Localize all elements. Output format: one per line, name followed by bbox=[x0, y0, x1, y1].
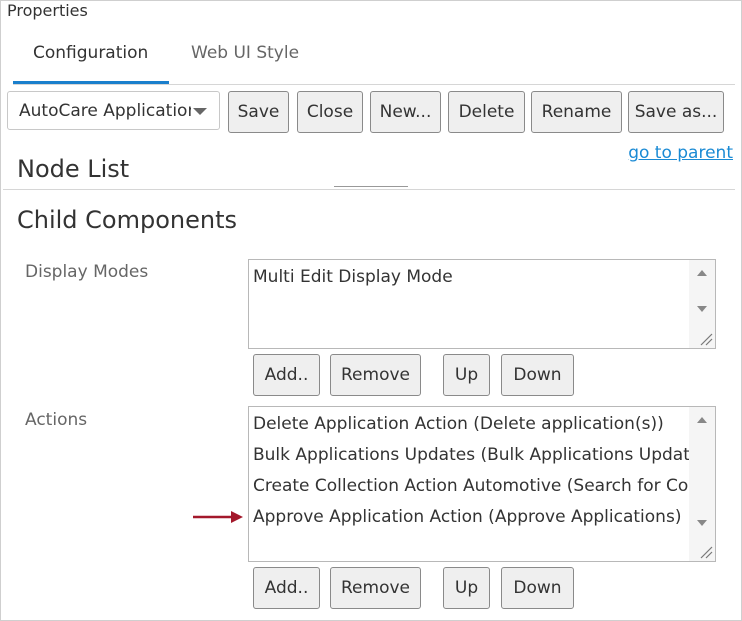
rename-button[interactable]: Rename bbox=[531, 91, 622, 133]
display-modes-list[interactable]: Multi Edit Display Mode bbox=[248, 259, 716, 349]
configuration-select[interactable]: AutoCare Application bbox=[7, 91, 220, 130]
tabs-divider bbox=[13, 84, 735, 85]
node-list-title: Node List bbox=[17, 155, 130, 183]
display-modes-remove-button[interactable]: Remove bbox=[330, 354, 421, 396]
actions-label: Actions bbox=[25, 410, 88, 430]
configuration-select-value: AutoCare Application bbox=[19, 101, 191, 121]
tab-configuration[interactable]: Configuration bbox=[33, 43, 148, 83]
scroll-up-icon[interactable] bbox=[697, 270, 707, 276]
list-item[interactable]: Delete Application Action (Delete applic… bbox=[253, 414, 664, 434]
display-modes-add-button[interactable]: Add.. bbox=[253, 354, 320, 396]
splitter-handle[interactable] bbox=[334, 186, 408, 187]
scroll-up-icon[interactable] bbox=[697, 417, 707, 423]
close-button[interactable]: Close bbox=[297, 91, 363, 133]
actions-scrollbar[interactable] bbox=[689, 407, 715, 561]
display-modes-down-button[interactable]: Down bbox=[501, 354, 574, 396]
child-components-title: Child Components bbox=[17, 206, 238, 234]
go-to-parent-link[interactable]: go to parent bbox=[628, 143, 733, 163]
list-item[interactable]: Create Collection Action Automotive (Sea… bbox=[253, 476, 715, 496]
node-list-divider bbox=[3, 189, 735, 190]
display-modes-up-button[interactable]: Up bbox=[443, 354, 490, 396]
list-item[interactable]: Multi Edit Display Mode bbox=[253, 267, 453, 287]
resize-grip-icon[interactable] bbox=[699, 332, 713, 346]
properties-panel: Properties Configuration Web UI Style Au… bbox=[0, 0, 742, 621]
window-title: Properties bbox=[7, 1, 88, 20]
delete-button[interactable]: Delete bbox=[448, 91, 525, 133]
actions-list[interactable]: Delete Application Action (Delete applic… bbox=[248, 406, 716, 562]
resize-grip-icon[interactable] bbox=[699, 545, 713, 559]
actions-down-button[interactable]: Down bbox=[501, 567, 574, 609]
tab-bar: Configuration Web UI Style bbox=[13, 39, 735, 87]
display-modes-label: Display Modes bbox=[25, 262, 149, 282]
actions-add-button[interactable]: Add.. bbox=[253, 567, 320, 609]
actions-up-button[interactable]: Up bbox=[443, 567, 490, 609]
save-as-button[interactable]: Save as... bbox=[628, 91, 724, 133]
tab-web-ui-style[interactable]: Web UI Style bbox=[191, 43, 299, 83]
display-modes-scrollbar[interactable] bbox=[689, 260, 715, 348]
chevron-down-icon bbox=[193, 108, 207, 115]
list-item[interactable]: Bulk Applications Updates (Bulk Applicat… bbox=[253, 445, 715, 465]
scroll-down-icon[interactable] bbox=[697, 306, 707, 312]
right-arrow-icon bbox=[193, 511, 243, 523]
scroll-down-icon[interactable] bbox=[697, 520, 707, 526]
actions-remove-button[interactable]: Remove bbox=[330, 567, 421, 609]
new-button[interactable]: New... bbox=[370, 91, 441, 133]
list-item[interactable]: Approve Application Action (Approve Appl… bbox=[253, 507, 681, 527]
save-button[interactable]: Save bbox=[228, 91, 289, 133]
